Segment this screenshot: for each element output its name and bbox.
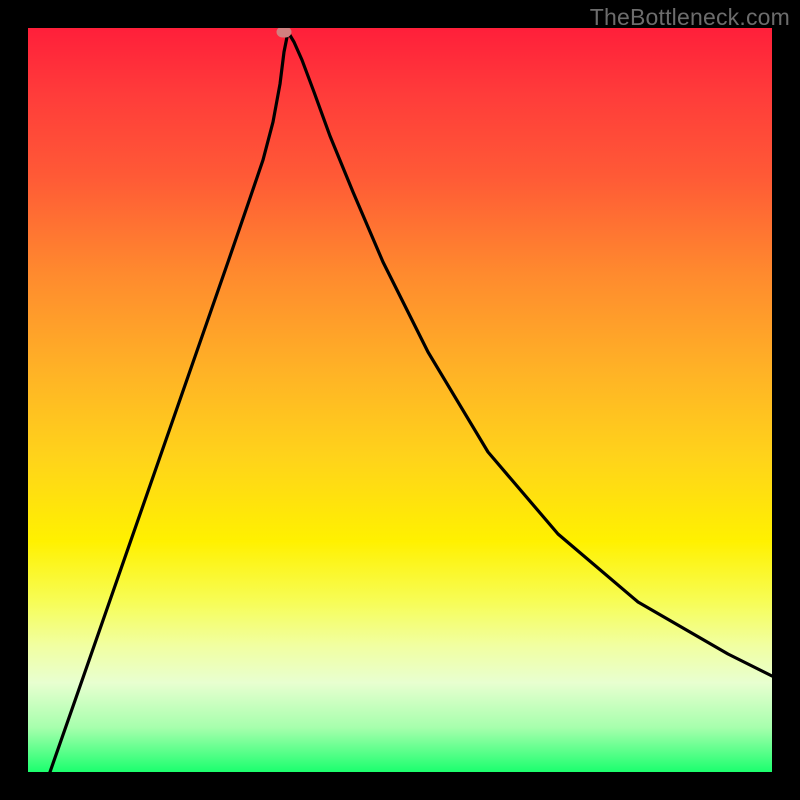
chart-frame: TheBottleneck.com bbox=[0, 0, 800, 800]
bottleneck-curve bbox=[28, 28, 772, 772]
plot-area bbox=[28, 28, 772, 772]
watermark-text: TheBottleneck.com bbox=[590, 4, 790, 31]
minimum-marker bbox=[277, 28, 292, 38]
